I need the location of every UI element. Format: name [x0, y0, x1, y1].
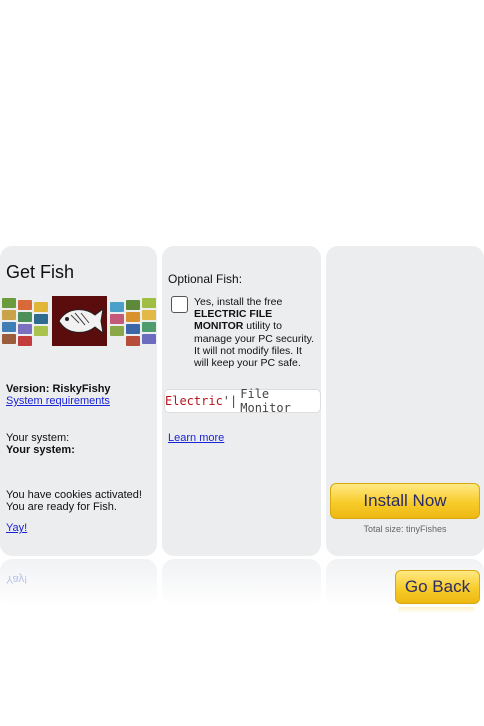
optional-fish-panel: Optional Fish: Yes, install the free ELE…	[162, 246, 321, 556]
go-back-button[interactable]: Go Back	[395, 570, 480, 604]
optional-title: Optional Fish:	[168, 272, 243, 286]
yay-link[interactable]: Yay!	[6, 522, 27, 534]
get-fish-panel: Get Fish Version: RiskyFishy System requ…	[0, 246, 157, 556]
button-reflection	[398, 607, 475, 613]
install-offer-checkbox[interactable]	[171, 296, 188, 313]
system-requirements-link[interactable]: System requirements	[6, 395, 110, 407]
your-system-label: Your system:	[6, 432, 70, 444]
install-now-button[interactable]: Install Now	[330, 483, 480, 519]
panel-reflection	[162, 559, 321, 607]
ready-status: You are ready for Fish.	[6, 501, 117, 513]
panel-reflection: Yay!	[0, 559, 157, 607]
learn-more-link[interactable]: Learn more	[168, 432, 224, 444]
cookies-status: You have cookies activated!	[6, 489, 142, 501]
your-system-value: Your system:	[6, 444, 75, 456]
fish-icon	[52, 296, 107, 346]
version-label: Version: RiskyFishy	[6, 383, 111, 395]
install-panel: Install Now Total size: tinyFishes	[326, 246, 484, 556]
total-size-label: Total size: tinyFishes	[363, 524, 447, 534]
offer-text: Yes, install the free ELECTRIC FILE MONI…	[194, 296, 315, 370]
electric-file-monitor-logo: Electric '| File Monitor	[164, 387, 321, 415]
fish-image-strip	[0, 294, 157, 348]
panel-title: Get Fish	[6, 262, 75, 282]
